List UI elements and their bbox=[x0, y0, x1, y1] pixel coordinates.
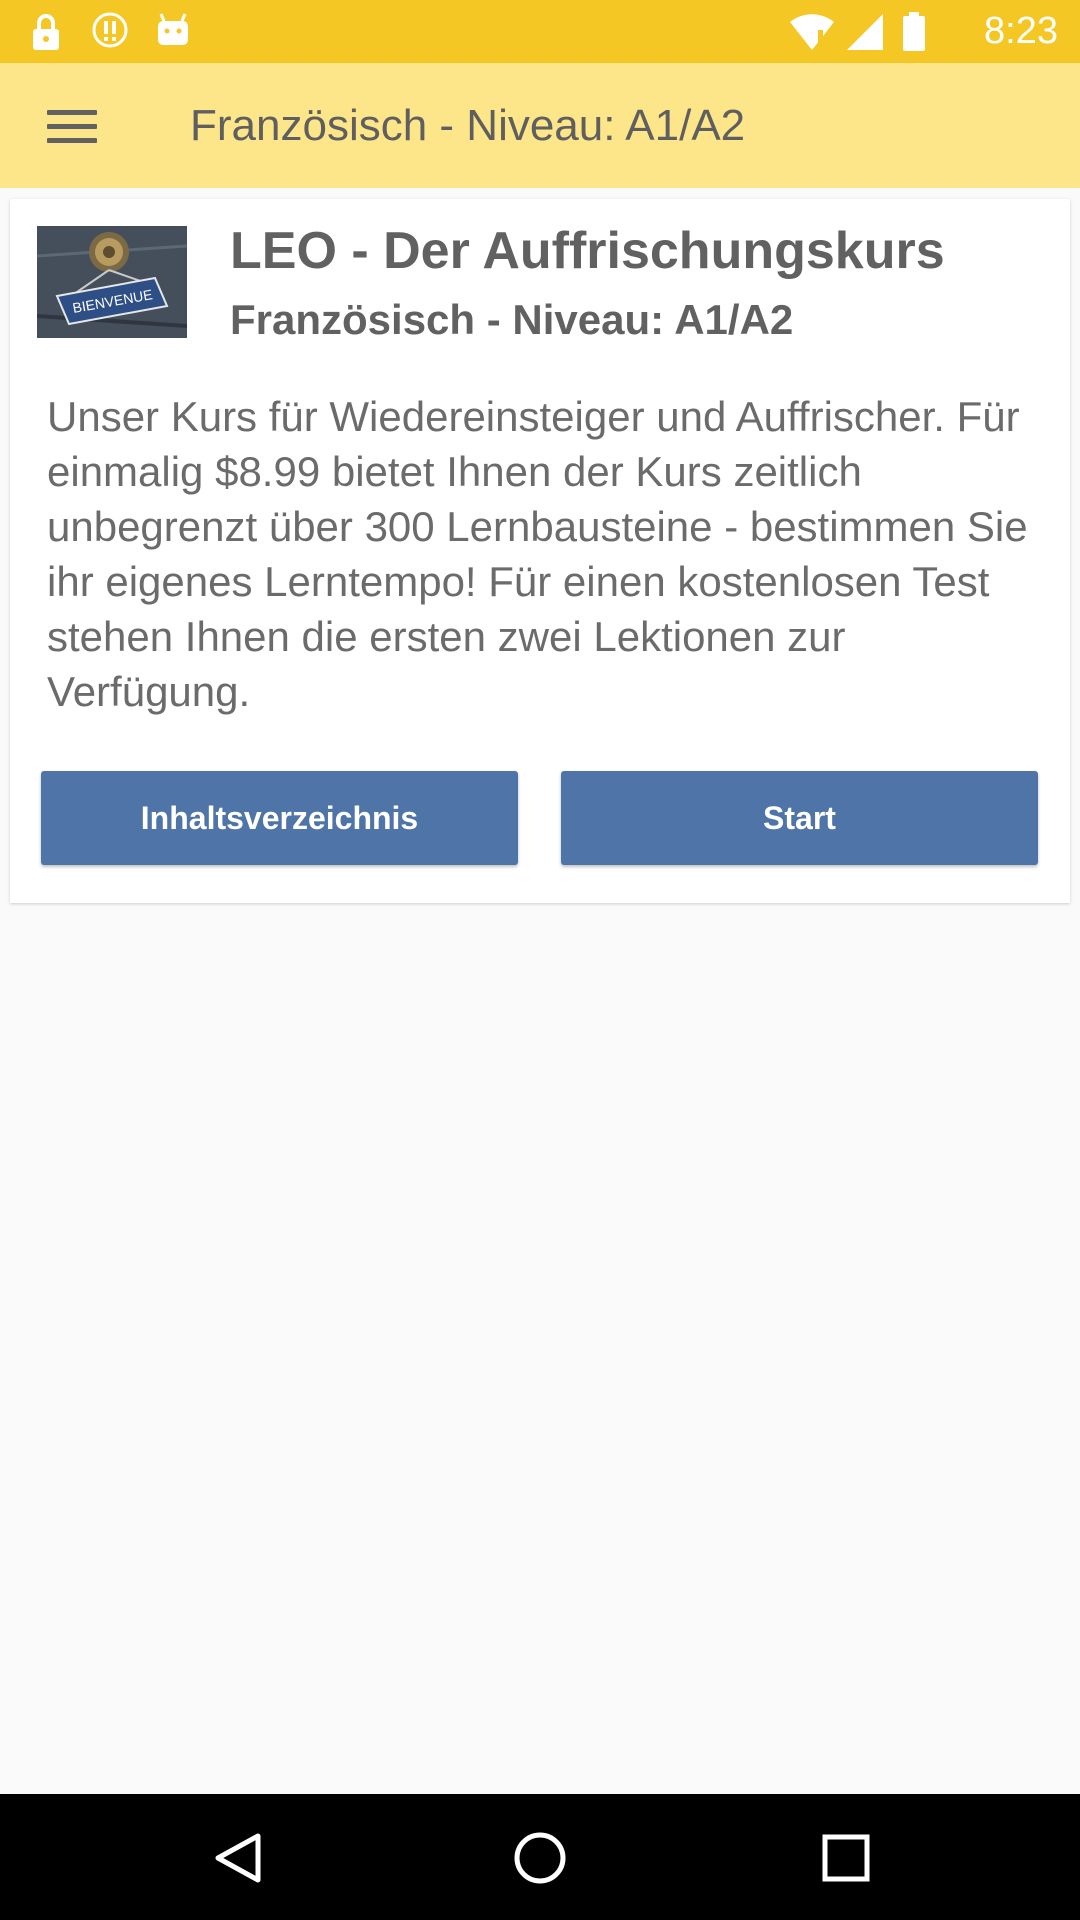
signal-icon bbox=[845, 12, 885, 57]
table-of-contents-button[interactable]: Inhaltsverzeichnis bbox=[41, 771, 518, 865]
home-icon[interactable] bbox=[512, 1830, 568, 1891]
status-bar: 8:23 bbox=[0, 0, 1080, 63]
battery-icon bbox=[902, 12, 926, 57]
navigation-bar bbox=[0, 1794, 1080, 1920]
recents-icon[interactable] bbox=[818, 1830, 874, 1891]
status-time: 8:23 bbox=[984, 10, 1058, 52]
android-icon bbox=[155, 12, 191, 53]
lock-icon bbox=[30, 12, 62, 57]
course-subtitle: Französisch - Niveau: A1/A2 bbox=[230, 296, 794, 343]
start-button[interactable]: Start bbox=[561, 771, 1038, 865]
bienvenue-sign-image: BIENVENUE bbox=[37, 226, 187, 338]
alert-icon bbox=[92, 12, 128, 53]
app-bar: Französisch - Niveau: A1/A2 bbox=[0, 63, 1080, 188]
wifi-icon bbox=[788, 12, 836, 57]
back-icon[interactable] bbox=[210, 1830, 266, 1891]
hamburger-menu-icon[interactable] bbox=[36, 95, 108, 157]
course-title: LEO - Der Auffrischungskurs bbox=[230, 222, 945, 280]
course-description: Unser Kurs für Wiedereinsteiger und Auff… bbox=[47, 393, 1028, 715]
course-card: BIENVENUE LEO - Der Auffrischungskurs Fr… bbox=[10, 199, 1070, 903]
app-title: Französisch - Niveau: A1/A2 bbox=[190, 101, 746, 150]
